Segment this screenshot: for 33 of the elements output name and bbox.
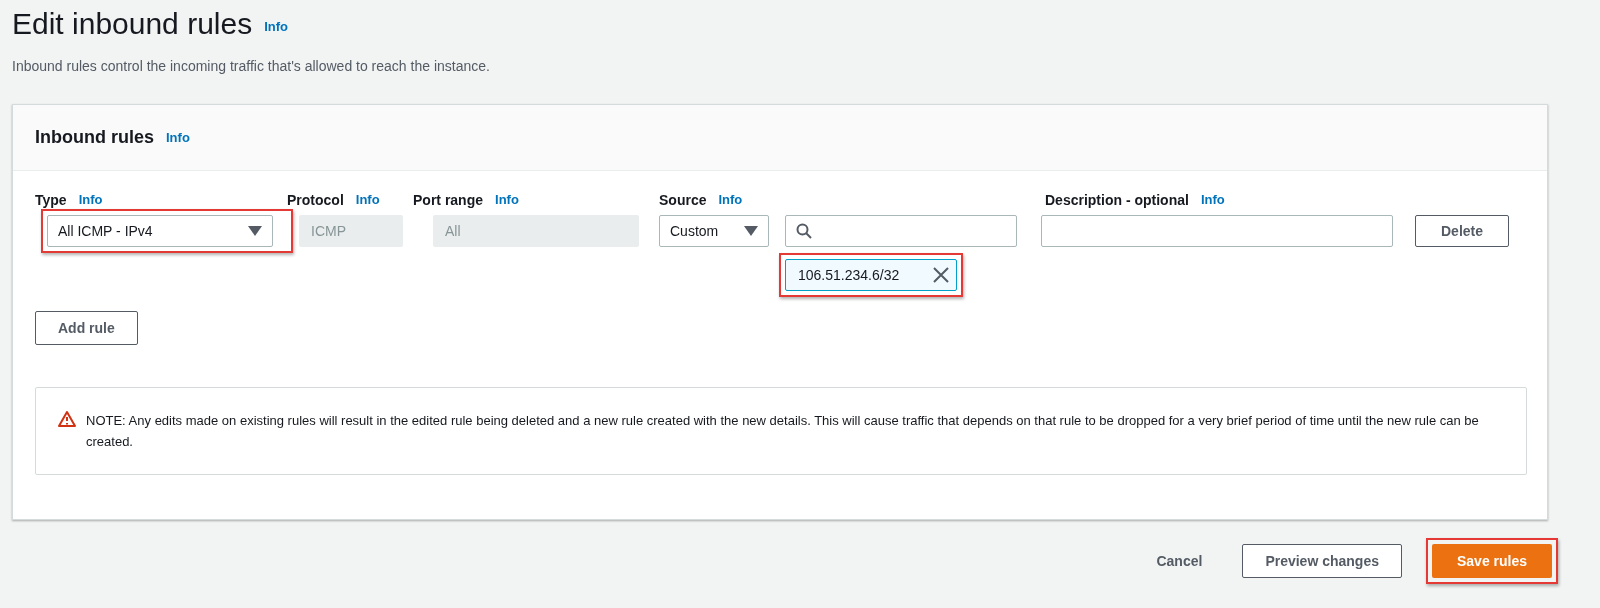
page-description: Inbound rules control the incoming traffic that's allowed to reach the instance. bbox=[11, 57, 491, 76]
type-select[interactable]: All ICMP - IPv4 bbox=[47, 215, 273, 247]
note-text: NOTE: Any edits made on existing rules will result in the edited rule being deleted and a new rule created with the new details. This will cause traffic that depends on that rule to be dropped for a very brief period of time until the new rule can be created. bbox=[86, 412, 1480, 451]
info-link[interactable]: Info bbox=[1200, 190, 1225, 210]
cancel-button[interactable]: Cancel bbox=[1152, 544, 1207, 578]
delete-button[interactable]: Delete bbox=[1415, 215, 1509, 247]
column-label: Protocol bbox=[287, 190, 344, 210]
page-title: Edit inbound rules bbox=[12, 6, 253, 42]
info-link[interactable]: Info bbox=[78, 190, 103, 210]
port-range-field: All bbox=[433, 215, 639, 247]
add-rule-button[interactable]: Add rule bbox=[35, 311, 138, 345]
description-field[interactable] bbox=[1041, 215, 1393, 247]
save-button[interactable]: Save rules bbox=[1432, 544, 1552, 578]
protocol-field: ICMP bbox=[299, 215, 403, 247]
info-link[interactable]: Info bbox=[495, 190, 519, 210]
ip-token[interactable]: 106.51.234.6/32 bbox=[785, 259, 957, 291]
column-label: Description - optional bbox=[1045, 190, 1189, 210]
panel-title: Inbound rules bbox=[35, 126, 154, 149]
info-link[interactable]: Info bbox=[355, 190, 380, 210]
info-link[interactable]: Info bbox=[166, 127, 190, 148]
preview-button[interactable]: Preview changes bbox=[1242, 544, 1402, 578]
column-label: Port range bbox=[413, 190, 483, 210]
info-link[interactable]: Info bbox=[718, 190, 743, 210]
caret-icon bbox=[744, 226, 758, 236]
close-icon[interactable] bbox=[932, 266, 950, 284]
info-link[interactable]: Info bbox=[264, 16, 288, 36]
search-icon bbox=[796, 223, 812, 239]
column-label: Source bbox=[659, 190, 707, 210]
column-label: Type bbox=[35, 190, 67, 210]
warning-icon bbox=[58, 411, 76, 427]
source-select[interactable]: Custom bbox=[659, 215, 769, 247]
caret-icon bbox=[248, 226, 262, 236]
search-field[interactable] bbox=[785, 215, 1017, 247]
